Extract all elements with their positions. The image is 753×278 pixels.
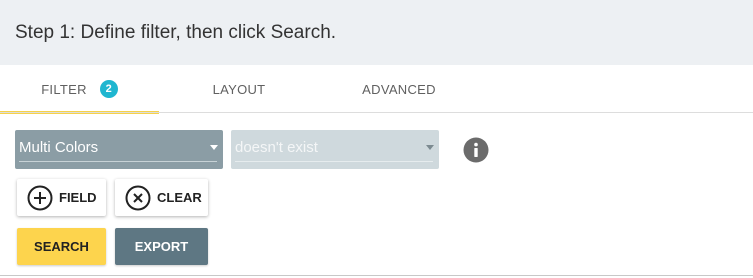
tab-layout[interactable]: LAYOUT <box>159 65 319 113</box>
tab-layout-label: LAYOUT <box>212 81 266 97</box>
chevron-down-icon <box>426 145 434 150</box>
bottom-divider <box>0 275 753 276</box>
export-button[interactable]: EXPORT <box>115 228 208 265</box>
add-field-button[interactable]: FIELD <box>17 179 106 216</box>
x-circle-icon <box>125 185 151 210</box>
operator-select-underline <box>235 161 433 162</box>
tab-advanced[interactable]: ADVANCED <box>319 65 479 113</box>
operator-select-value: doesn't exist <box>235 139 318 156</box>
clear-label: CLEAR <box>157 190 202 205</box>
step-title: Step 1: Define filter, then click Search… <box>15 22 337 43</box>
search-button[interactable]: SEARCH <box>17 228 106 265</box>
field-select[interactable]: Multi Colors <box>15 130 223 169</box>
info-circle-icon[interactable] <box>463 137 489 163</box>
chevron-down-icon <box>210 145 218 150</box>
plus-circle-icon <box>27 185 53 210</box>
step-header: Step 1: Define filter, then click Search… <box>0 0 753 65</box>
field-select-value: Multi Colors <box>19 139 99 156</box>
tab-filter-label: FILTER <box>41 81 87 97</box>
export-label: EXPORT <box>134 239 189 254</box>
add-field-label: FIELD <box>59 190 97 205</box>
search-label: SEARCH <box>34 239 89 254</box>
field-select-underline <box>19 161 217 162</box>
tab-advanced-label: ADVANCED <box>362 81 436 97</box>
tab-filter[interactable]: FILTER 2 <box>0 65 159 113</box>
tab-bar: FILTER 2 LAYOUT ADVANCED <box>0 65 753 114</box>
clear-button[interactable]: CLEAR <box>115 179 208 216</box>
filter-count-badge: 2 <box>99 79 118 98</box>
operator-select[interactable]: doesn't exist <box>231 130 439 169</box>
tab-divider <box>0 112 753 113</box>
